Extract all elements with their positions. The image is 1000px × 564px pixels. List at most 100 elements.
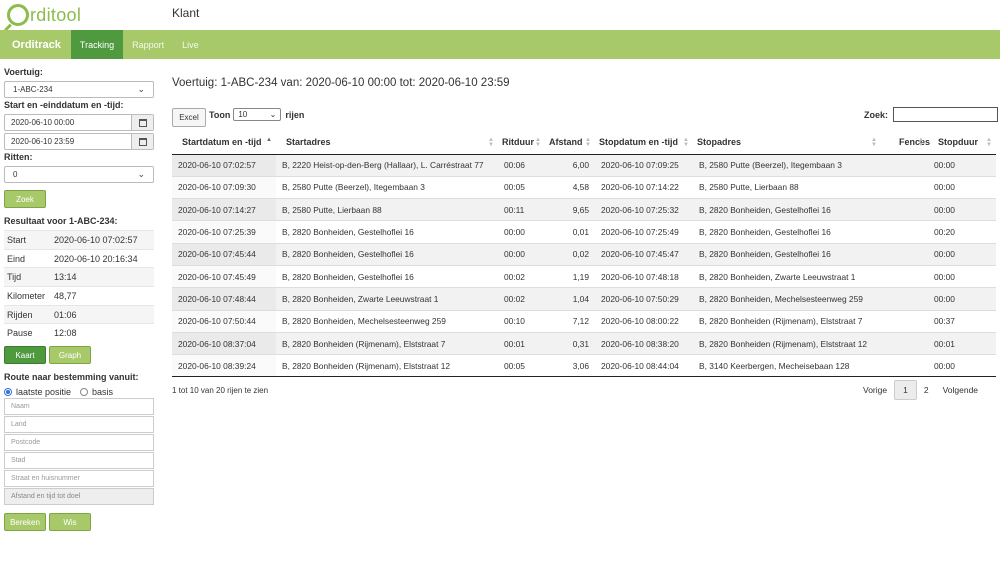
logo-mark-icon [7,4,29,26]
column-header[interactable]: Fences ▲ ▼ [881,131,931,155]
table-cell: 2020-06-10 07:50:44 [172,309,276,333]
table-row[interactable]: 2020-06-10 07:48:44 B, 2820 Bonheiden, Zw… [172,287,996,311]
table-cell: 2020-06-10 08:38:20 [595,331,693,355]
table-cell: 00:20 [928,220,996,244]
table-row[interactable]: 2020-06-10 07:25:39 B, 2820 Bonheiden, Ge… [172,220,996,244]
column-header-label: Fences [899,137,931,148]
search-label: Zoek: [864,109,889,120]
table-cell: B, 2580 Putte, Lierbaan 88 [276,198,498,221]
radio-base[interactable] [80,388,89,396]
table-row[interactable]: 2020-06-10 07:09:30 B, 2580 Putte (Beerze… [172,175,996,199]
table-cell: 2020-06-10 07:45:47 [595,242,693,266]
table-cell: 00:10 [498,309,545,333]
sort-icon: ▲ [266,137,272,143]
pager-prev[interactable]: Vorige [856,380,894,400]
map-button[interactable]: Kaart [4,346,46,364]
table-cell: 00:01 [498,331,545,355]
graph-button[interactable]: Graph [49,346,91,364]
nav-brand[interactable]: Orditrack [0,30,71,59]
table-cell: B, 2820 Bonheiden, Gestelhoflei 16 [276,264,498,288]
result-value: 48,77 [54,290,77,301]
end-date-value: 2020-06-10 23:59 [11,137,75,146]
pager-next[interactable]: Volgende [936,380,985,400]
trips-select[interactable]: 0 ⌄ [4,166,154,183]
table-cell: 0,02 [545,242,595,266]
table-cell: B, 2580 Putte, Lierbaan 88 [693,175,881,199]
table-cell: 00:00 [928,242,996,266]
result-value: 01:06 [54,309,77,320]
page-length-control: Toon 10 ⌄ rijen [209,108,304,121]
table-row[interactable]: 2020-06-10 07:45:49 B, 2820 Bonheiden, Ge… [172,264,996,288]
search-button[interactable]: Zoek [4,190,46,208]
table-cell: 2020-06-10 07:45:49 [172,264,276,288]
table-cell [881,198,928,221]
logo[interactable]: rditool [7,3,81,27]
table-row[interactable]: 2020-06-10 07:45:44 B, 2820 Bonheiden, Ge… [172,242,996,266]
pagination: Vorige 1 2 Volgende [856,380,985,400]
column-header[interactable]: Startadres ▲ ▼ [276,131,498,155]
postcode-input[interactable]: Postcode [4,434,154,451]
country-input[interactable]: Land [4,416,154,433]
vehicle-value: 1-ABC-234 [13,85,53,94]
vehicle-label: Voertuig: [4,67,43,77]
clear-button[interactable]: Wis [49,513,91,531]
result-row: Start 2020-06-10 07:02:57 [4,230,154,249]
table-cell: B, 2820 Bonheiden, Gestelhoflei 16 [276,242,498,266]
table-cell [881,309,928,333]
table-cell [881,354,928,378]
table-cell: 00:02 [498,264,545,288]
start-date-field[interactable]: 2020-06-10 00:00 [4,114,154,131]
column-header[interactable]: Afstand ▲ ▼ [545,131,595,155]
calendar-icon [138,137,147,146]
table-row[interactable]: 2020-06-10 07:02:57 B, 2220 Heist-op-den-… [172,153,996,177]
radio-last-position[interactable] [4,388,12,396]
result-key: Pause [7,328,33,339]
calculate-button[interactable]: Bereken [4,513,46,531]
table-cell: 00:06 [498,153,545,177]
city-input[interactable]: Stad [4,452,154,469]
table-cell: B, 2820 Bonheiden, Mechelsesteenweg 259 [693,287,881,311]
calendar-button[interactable] [131,134,153,149]
column-header[interactable]: Stopdatum en -tijd ▲ ▼ [595,131,693,155]
sort-icon: ▲ ▼ [918,137,924,148]
table-cell: 2020-06-10 07:09:30 [172,175,276,199]
pager-page-2[interactable]: 2 [917,380,936,400]
name-input[interactable]: Naam [4,398,154,415]
calendar-button[interactable] [131,115,153,130]
page-length-select[interactable]: 10 ⌄ [233,108,282,121]
table-cell: 2020-06-10 08:37:04 [172,331,276,355]
vehicle-select[interactable]: 1-ABC-234 ⌄ [4,81,154,98]
column-header[interactable]: Startdatum en -tijd ▲ [172,131,276,155]
column-header[interactable]: Ritduur ▲ ▼ [498,131,545,155]
pager-page-1[interactable]: 1 [894,380,917,400]
result-row: Rijden 01:06 [4,304,154,324]
end-date-field[interactable]: 2020-06-10 23:59 [4,133,154,150]
street-input[interactable]: Straat en huisnummer [4,470,154,487]
table-cell: B, 3140 Keerbergen, Mecheisebaan 128 [693,354,881,378]
table-row[interactable]: 2020-06-10 08:39:24 B, 2820 Bonheiden (Ri… [172,354,996,378]
table-search: Zoek: [864,107,999,122]
nav-item-live[interactable]: Live [173,30,208,59]
column-header[interactable]: Stopadres ▲ ▼ [693,131,881,155]
table-row[interactable]: 2020-06-10 07:50:44 B, 2820 Bonheiden, Me… [172,309,996,333]
table-cell: 00:00 [498,220,545,244]
table-row[interactable]: 2020-06-10 08:37:04 B, 2820 Bonheiden (Ri… [172,331,996,355]
result-key: Rijden [7,309,33,320]
column-header[interactable]: Stopduur ▲ ▼ [928,131,996,155]
search-input[interactable] [893,107,999,122]
result-key: Tijd [7,272,22,283]
table-cell: 2020-06-10 07:09:25 [595,153,693,177]
table-row[interactable]: 2020-06-10 07:14:27 B, 2580 Putte, Lierba… [172,198,996,221]
nav-item-tracking[interactable]: Tracking [70,30,124,59]
nav-item-rapport[interactable]: Rapport [123,30,173,59]
table-cell: 00:01 [928,331,996,355]
column-header-label: Afstand [549,137,583,148]
table-cell: 00:05 [498,354,545,378]
sort-icon: ▲ ▼ [986,137,992,148]
table-cell: B, 2820 Bonheiden, Mechelsesteenweg 259 [276,309,498,333]
table-cell: 00:00 [928,153,996,177]
excel-button[interactable]: Excel [172,108,206,127]
table-cell: 0,31 [545,331,595,355]
table-cell: 2020-06-10 08:00:22 [595,309,693,333]
start-date-value: 2020-06-10 00:00 [11,118,75,127]
